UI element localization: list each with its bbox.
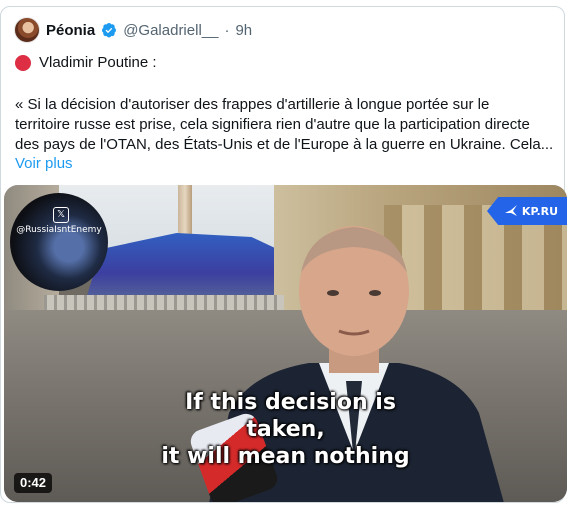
video-subtitle: If this decision is taken, it will mean … bbox=[4, 389, 567, 470]
red-circle-icon bbox=[15, 54, 31, 71]
subtitle-line: taken, bbox=[246, 417, 325, 442]
video-player[interactable]: 𝕏 @RussiaIsntEnemy KP.RU If this decisio… bbox=[4, 185, 567, 502]
verified-badge-icon bbox=[101, 22, 117, 38]
speaker-label: Vladimir Poutine : bbox=[39, 54, 157, 71]
bird-icon bbox=[504, 205, 517, 216]
display-name[interactable]: Péonia bbox=[46, 22, 95, 39]
tweet-text-line: territoire russe est prise, cela signifi… bbox=[15, 116, 530, 133]
tweet-header: Péonia @Galadriell__ · 9h bbox=[14, 17, 252, 43]
separator-dot: · bbox=[224, 21, 230, 39]
tweet-text-line: des pays de l'OTAN, des États-Unis et de… bbox=[15, 136, 554, 153]
pip-handle: @RussiaIsntEnemy bbox=[16, 225, 102, 235]
avatar[interactable] bbox=[14, 17, 40, 43]
subtitle-line: If this decision is bbox=[185, 390, 396, 415]
subtitle-line: it will mean nothing bbox=[161, 444, 410, 469]
kp-logo-badge: KP.RU bbox=[487, 197, 567, 225]
video-duration: 0:42 bbox=[14, 473, 53, 493]
x-logo-icon: 𝕏 bbox=[53, 207, 69, 223]
tweet-card[interactable]: Péonia @Galadriell__ · 9h Vladimir Pouti… bbox=[0, 6, 567, 503]
show-more-link[interactable]: Voir plus bbox=[15, 155, 73, 172]
kp-logo-text: KP.RU bbox=[521, 204, 559, 218]
pip-overlay: 𝕏 @RussiaIsntEnemy bbox=[10, 193, 108, 291]
user-handle[interactable]: @Galadriell__ bbox=[123, 22, 218, 39]
tweet-text: « Si la décision d'autoriser des frappes… bbox=[15, 95, 560, 155]
tweet-text-line: « Si la décision d'autoriser des frappes… bbox=[15, 96, 490, 113]
post-time[interactable]: 9h bbox=[235, 22, 252, 39]
tweet-first-line: Vladimir Poutine : bbox=[15, 54, 157, 71]
